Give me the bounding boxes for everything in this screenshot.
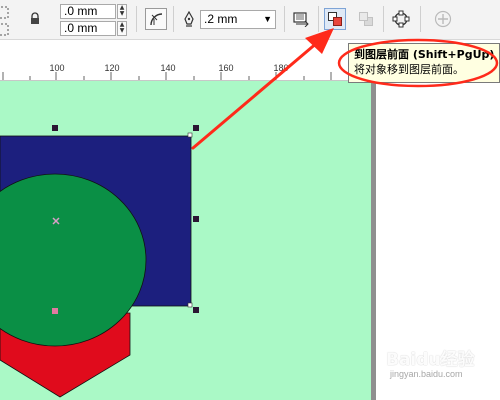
annotation-arrow [191, 28, 334, 150]
tooltip-description: 将对象移到图层前面。 [354, 63, 464, 76]
watermark-url: jingyan.baidu.com [390, 369, 463, 379]
pink-node[interactable] [52, 308, 58, 314]
selection-handle[interactable] [193, 125, 199, 131]
anchor-node[interactable] [187, 302, 193, 308]
watermark-logo-text: Baidu经验 [386, 350, 475, 370]
selection-handle[interactable] [52, 125, 58, 131]
tooltip-title: 到图层前面 (Shift+PgUp) [354, 48, 495, 61]
watermark: Baidu经验 jingyan.baidu.com [378, 345, 498, 385]
anchor-node[interactable] [187, 132, 193, 138]
selection-handle[interactable] [193, 216, 199, 222]
tooltip: 到图层前面 (Shift+PgUp) 将对象移到图层前面。 [348, 43, 500, 83]
selection-handle[interactable] [193, 307, 199, 313]
